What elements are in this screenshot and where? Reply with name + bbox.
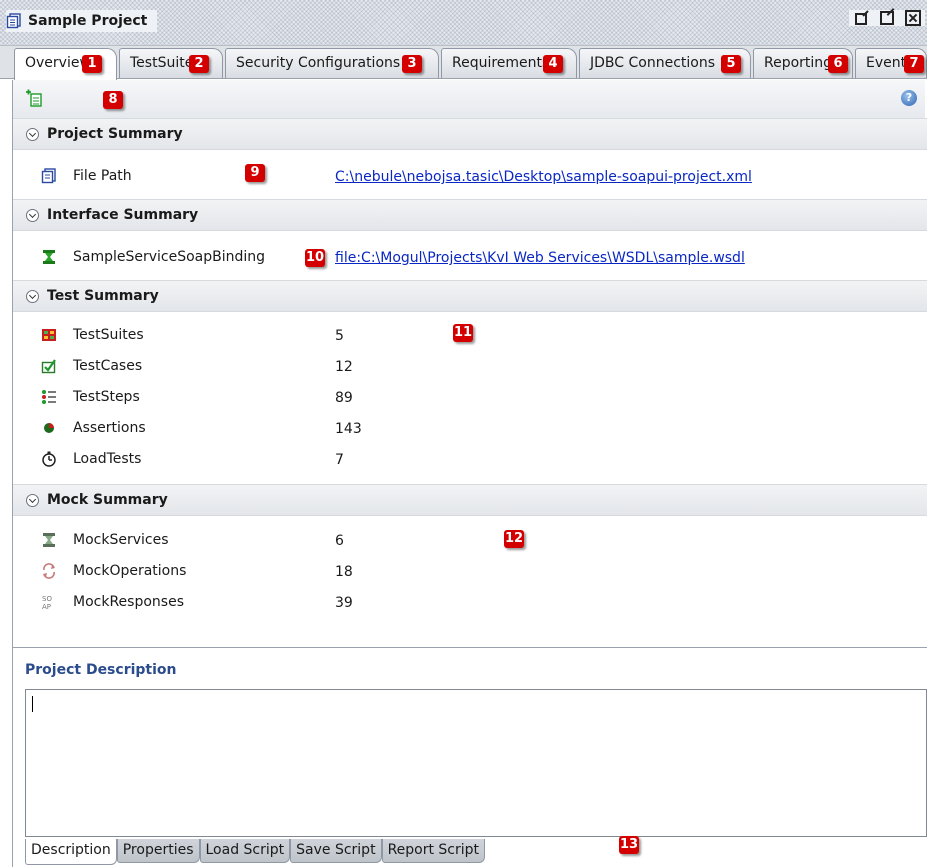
annotation-marker: 8	[103, 91, 123, 109]
tab-bar: Overview TestSuites Security Configurati…	[0, 46, 927, 80]
teststeps-icon	[41, 389, 57, 405]
description-tabs: Description Properties Load Script Save …	[25, 839, 486, 865]
section-title: Project Summary	[47, 126, 183, 142]
mock-summary-row: SO AP MockResponses 39	[13, 589, 513, 617]
tab-load-script[interactable]: Load Script	[199, 839, 291, 863]
project-description-title: Project Description	[25, 662, 177, 678]
mock-summary-value: 6	[335, 533, 344, 549]
maximize-icon[interactable]	[879, 10, 895, 26]
mockservices-icon	[41, 532, 57, 548]
test-summary-value: 12	[335, 359, 353, 375]
text-caret	[32, 696, 33, 712]
file-path-link[interactable]: C:\nebule\nebojsa.tasic\Desktop\sample-s…	[335, 169, 752, 185]
add-to-project-icon[interactable]	[25, 88, 45, 108]
mock-summary-row: MockServices 6	[13, 527, 513, 555]
testcases-icon	[41, 358, 57, 374]
annotation-marker: 5	[721, 55, 741, 73]
tab-properties[interactable]: Properties	[116, 839, 200, 863]
annotation-marker: 12	[504, 530, 524, 548]
section-title: Mock Summary	[47, 492, 168, 508]
collapse-icon[interactable]	[26, 493, 39, 507]
test-summary-value: 89	[335, 390, 353, 406]
test-summary-row: LoadTests 7	[13, 446, 513, 474]
section-title: Test Summary	[47, 288, 159, 304]
window-title: Sample Project	[28, 13, 148, 29]
tab-label: JDBC Connections	[590, 55, 716, 71]
testsuites-icon	[41, 327, 57, 343]
svg-text:AP: AP	[42, 603, 51, 610]
annotation-marker: 1	[82, 55, 102, 73]
mock-summary-row: MockOperations 18	[13, 558, 513, 586]
assertions-icon	[41, 420, 57, 436]
section-title: Interface Summary	[47, 207, 199, 223]
file-path-row: File Path C:\nebule\nebojsa.tasic\Deskto…	[13, 163, 927, 191]
loadtests-icon	[41, 451, 57, 467]
interface-binding-label: SampleServiceSoapBinding	[73, 249, 266, 265]
mock-summary-value: 18	[335, 564, 353, 580]
file-doc-icon	[41, 168, 57, 184]
annotation-marker: 6	[828, 55, 848, 73]
test-summary-value: 143	[335, 421, 362, 437]
interface-row: SampleServiceSoapBinding file:C:\Mogul\P…	[13, 244, 927, 272]
tab-report-script[interactable]: Report Script	[381, 839, 486, 863]
annotation-marker: 13	[619, 836, 639, 854]
tab-description[interactable]: Description	[25, 839, 117, 865]
tab-save-script[interactable]: Save Script	[290, 839, 382, 863]
annotation-marker: 3	[402, 55, 422, 73]
tab-label: Requirements	[452, 55, 550, 71]
overview-toolbar: ?	[12, 80, 925, 118]
dock-icon[interactable]	[853, 10, 869, 26]
mock-summary-label: MockServices	[73, 532, 169, 548]
file-path-label: File Path	[73, 168, 132, 184]
window-buttons	[849, 10, 925, 26]
test-summary-value: 7	[335, 452, 344, 468]
test-summary-label: TestCases	[73, 358, 143, 374]
tab-label: Reporting	[764, 55, 833, 71]
annotation-marker: 10	[305, 249, 325, 267]
test-summary-row: TestCases 12	[13, 353, 513, 381]
interface-summary-header[interactable]: Interface Summary	[13, 199, 927, 231]
test-summary-row: Assertions 143	[13, 415, 513, 443]
test-summary-label: Assertions	[73, 420, 146, 436]
test-summary-label: LoadTests	[73, 451, 142, 467]
project-doc-icon	[6, 13, 22, 29]
wsdl-link[interactable]: file:C:\Mogul\Projects\KvI Web Services\…	[335, 250, 745, 266]
window-title-bar[interactable]: Sample Project	[0, 0, 927, 46]
test-summary-header[interactable]: Test Summary	[13, 280, 927, 312]
mockresponses-icon: SO AP	[41, 594, 57, 610]
test-summary-value: 5	[335, 328, 344, 344]
annotation-marker: 2	[189, 55, 209, 73]
title-wrap: Sample Project	[6, 10, 158, 32]
overview-content: Project Summary File Path C:\nebule\nebo…	[12, 118, 927, 648]
test-summary-label: TestSuites	[73, 327, 144, 343]
test-summary-label: TestSteps	[73, 389, 140, 405]
annotation-marker: 7	[904, 55, 924, 73]
tab-label: Security Configurations	[236, 55, 401, 71]
mockoperations-icon	[41, 563, 57, 579]
project-summary-header[interactable]: Project Summary	[13, 118, 927, 150]
collapse-icon[interactable]	[26, 127, 39, 141]
test-summary-row: TestSteps 89	[13, 384, 513, 412]
svg-text:SO: SO	[42, 595, 52, 603]
collapse-icon[interactable]	[26, 289, 39, 303]
mock-summary-label: MockResponses	[73, 594, 184, 610]
project-description-textarea[interactable]	[25, 689, 927, 837]
collapse-icon[interactable]	[26, 208, 39, 222]
test-summary-row: TestSuites 5	[13, 322, 513, 350]
interface-binding-icon	[41, 249, 57, 265]
annotation-marker: 4	[543, 55, 563, 73]
mock-summary-header[interactable]: Mock Summary	[13, 484, 927, 516]
annotation-marker: 9	[245, 164, 265, 182]
project-description-panel: Project Description Description Properti…	[12, 648, 927, 867]
help-icon[interactable]: ?	[901, 90, 917, 106]
close-icon[interactable]	[905, 10, 921, 26]
annotation-marker: 11	[453, 324, 473, 342]
mock-summary-label: MockOperations	[73, 563, 187, 579]
mock-summary-value: 39	[335, 595, 353, 611]
